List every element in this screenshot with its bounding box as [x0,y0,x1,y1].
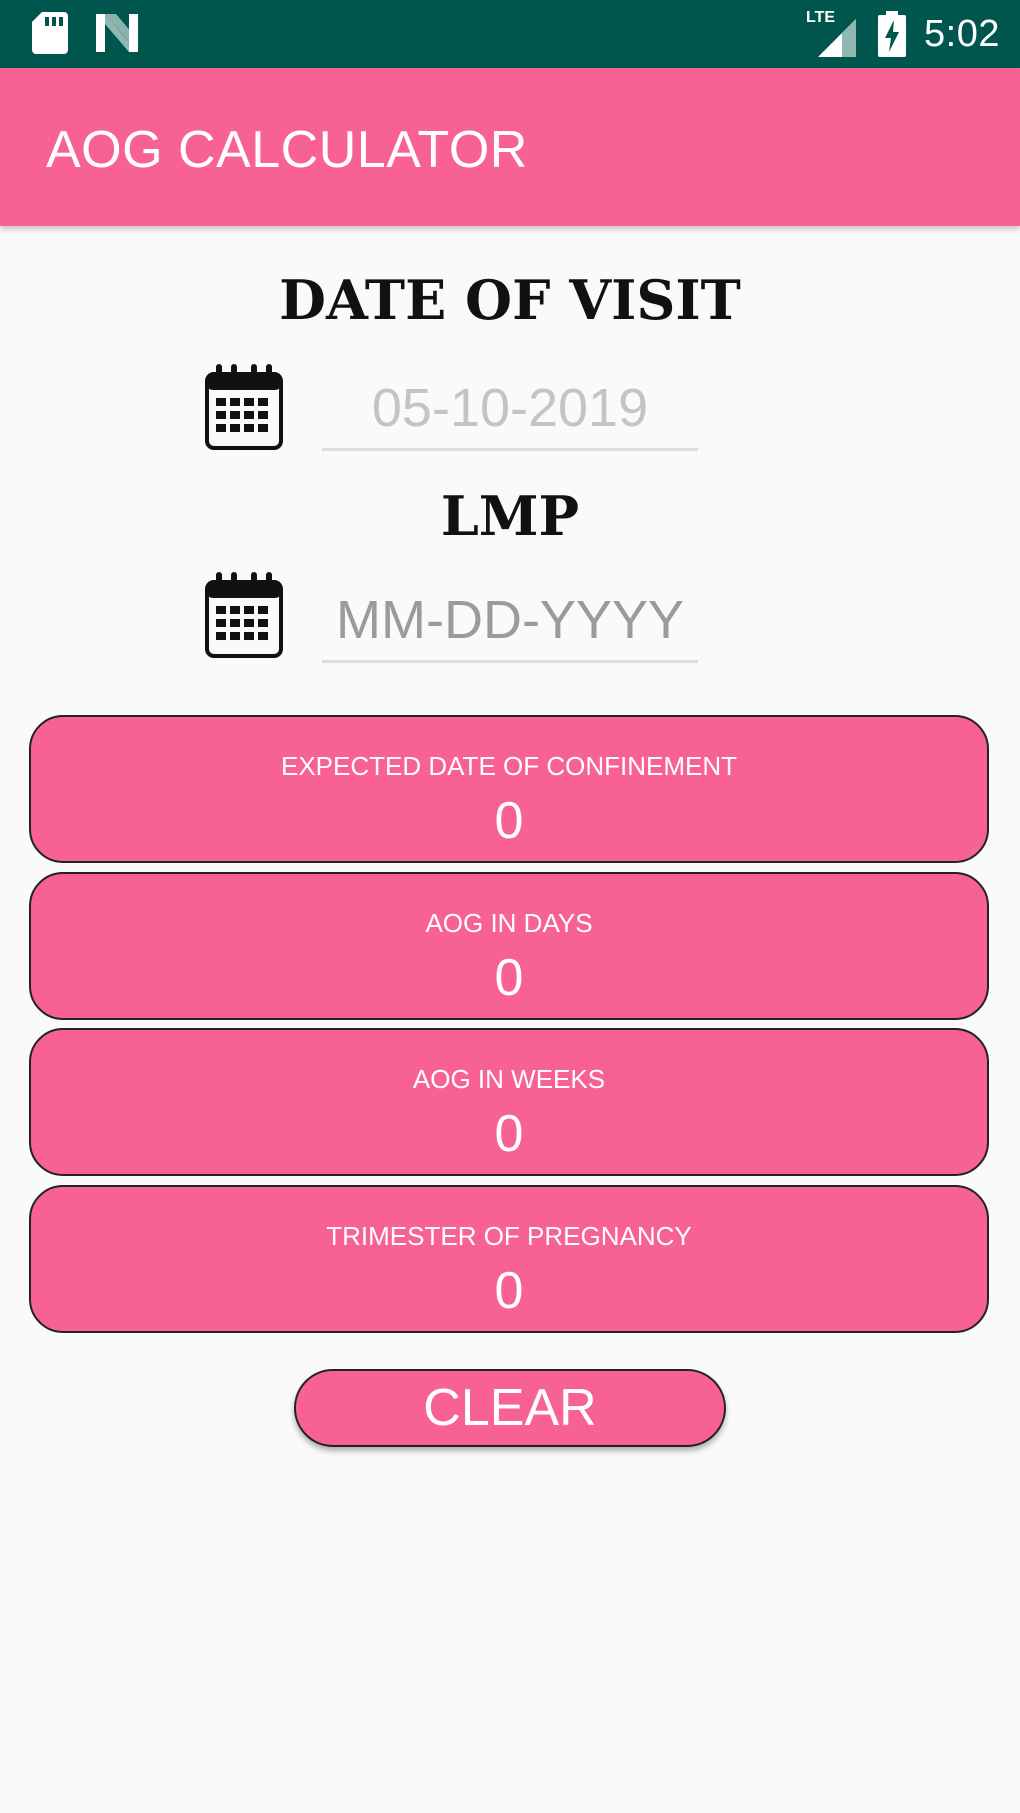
result-label: TRIMESTER OF PREGNANCY [326,1221,692,1251]
result-label: AOG IN DAYS [425,908,593,938]
result-value: 0 [494,949,524,1007]
sd-card-icon [32,12,68,54]
status-right-icons: LTE 5:02 [806,0,1000,68]
aog-weeks-card: AOG IN WEEKS 0 [29,1028,989,1176]
lmp-heading: LMP [440,484,580,548]
result-label: AOG IN WEEKS [412,1064,606,1094]
status-left-icons [32,12,138,54]
result-value: 0 [494,1262,524,1320]
battery-charging-icon [878,11,907,57]
result-label: EXPECTED DATE OF CONFINEMENT [281,751,737,781]
aog-days-card: AOG IN DAYS 0 [29,872,989,1020]
n-notification-icon [96,14,138,52]
calendar-icon[interactable] [205,570,283,658]
clear-button[interactable]: CLEAR [294,1369,726,1447]
calendar-icon[interactable] [205,362,283,450]
trimester-card: TRIMESTER OF PREGNANCY 0 [29,1185,989,1333]
result-value: 0 [494,792,524,850]
app-title: AOG CALCULATOR [46,121,528,179]
lte-signal-icon: LTE [806,9,860,57]
status-time: 5:02 [924,12,1000,55]
date-of-visit-field[interactable]: 05-10-2019 [322,368,698,451]
result-value: 0 [494,1105,524,1163]
lmp-date-field[interactable]: MM-DD-YYYY [322,580,698,663]
app-bar: AOG CALCULATOR [0,68,1020,226]
date-of-visit-heading: DATE OF VISIT [279,268,741,332]
edc-card: EXPECTED DATE OF CONFINEMENT 0 [29,715,989,863]
status-bar: LTE 5:02 [0,0,1020,68]
